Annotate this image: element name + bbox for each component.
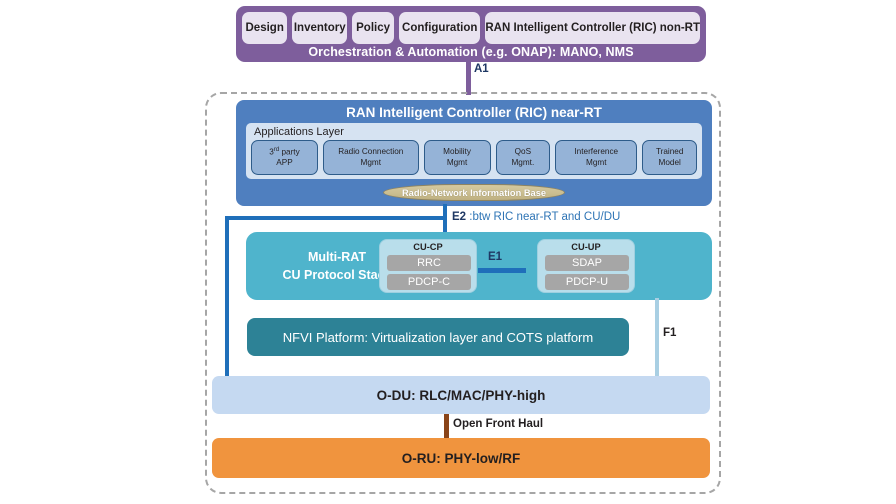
cu-up-slot-sdap[interactable]: SDAP bbox=[545, 255, 629, 271]
cu-cp-title: CU-CP bbox=[413, 242, 443, 252]
ric-near-rt-block: RAN Intelligent Controller (RIC) near-RT… bbox=[236, 100, 712, 206]
cu-cp-slot-pdcp-c[interactable]: PDCP-C bbox=[387, 274, 471, 290]
cu-up-title: CU-UP bbox=[571, 242, 601, 252]
cu-up-slot-pdcp-u[interactable]: PDCP-U bbox=[545, 274, 629, 290]
app-trained-line2: Model bbox=[658, 157, 681, 167]
orchestration-automation-panel: Design Inventory Policy Configuration RA… bbox=[236, 6, 706, 62]
e2-interface-line-horizontal bbox=[225, 216, 447, 220]
cu-up-container: CU-UP SDAP PDCP-U bbox=[537, 239, 635, 293]
e1-interface-label: E1 bbox=[488, 251, 503, 263]
orchestration-chip-row: Design Inventory Policy Configuration RA… bbox=[242, 12, 701, 44]
app-third-party-line1: 3rd party bbox=[269, 146, 300, 157]
o-ru-block: O-RU: PHY-low/RF bbox=[212, 438, 710, 478]
app-third-party-line2: APP bbox=[276, 157, 293, 167]
e1-interface-line bbox=[478, 268, 526, 273]
open-front-haul-label: Open Front Haul bbox=[453, 418, 544, 430]
oran-architecture-diagram: Design Inventory Policy Configuration RA… bbox=[0, 0, 896, 504]
cu-cp-container: CU-CP RRC PDCP-C bbox=[379, 239, 477, 293]
app-trained-model[interactable]: Trained Model bbox=[642, 140, 697, 175]
chip-inventory[interactable]: Inventory bbox=[292, 12, 348, 44]
ric-near-rt-title: RAN Intelligent Controller (RIC) near-RT bbox=[346, 105, 602, 120]
f1-interface-line bbox=[655, 298, 659, 376]
cu-cp-slot-rrc[interactable]: RRC bbox=[387, 255, 471, 271]
app-mobility-line2: Mgmt bbox=[446, 157, 468, 167]
applications-layer-title: Applications Layer bbox=[254, 126, 344, 138]
nfvi-platform-block: NFVI Platform: Virtualization layer and … bbox=[247, 318, 629, 356]
orchestration-caption: Orchestration & Automation (e.g. ONAP): … bbox=[308, 45, 634, 59]
app-third-party[interactable]: 3rd party APP bbox=[251, 140, 318, 175]
cu-protocol-stack-block: Multi-RAT CU Protocol Stack CU-CP RRC PD… bbox=[246, 232, 712, 300]
app-mobility-line1: Mobility bbox=[443, 147, 471, 157]
chip-ric-non-rt[interactable]: RAN Intelligent Controller (RIC) non-RT bbox=[485, 12, 701, 44]
f1-interface-label: F1 bbox=[663, 327, 677, 339]
app-mobility-mgmt[interactable]: Mobility Mgmt bbox=[423, 140, 491, 175]
app-radio-connection-mgmt[interactable]: Radio Connection Mgmt bbox=[322, 140, 419, 175]
rnib-label: Radio-Network Information Base bbox=[401, 187, 547, 198]
o-du-block: O-DU: RLC/MAC/PHY-high bbox=[212, 376, 710, 414]
app-radio-line1: Radio Connection bbox=[338, 147, 404, 157]
chip-policy[interactable]: Policy bbox=[352, 12, 395, 44]
e2-label-value: :btw RIC near-RT and CU/DU bbox=[469, 211, 621, 223]
applications-chip-row: 3rd party APP Radio Connection Mgmt Mobi… bbox=[251, 140, 697, 175]
radio-network-information-base-cylinder[interactable]: Radio-Network Information Base bbox=[383, 184, 565, 201]
app-interference-mgmt[interactable]: Interference Mgmt bbox=[555, 140, 638, 175]
a1-interface-line bbox=[466, 62, 471, 95]
app-qos-mgmt[interactable]: QoS Mgmt. bbox=[495, 140, 551, 175]
e2-label-key: E2 bbox=[452, 211, 470, 223]
e2-interface-line-vertical-left bbox=[225, 216, 229, 376]
cu-title-line2: CU Protocol Stack bbox=[282, 268, 392, 282]
app-interference-line1: Interference bbox=[574, 147, 619, 157]
chip-configuration[interactable]: Configuration bbox=[399, 12, 481, 44]
ordinal-suffix: rd bbox=[273, 146, 280, 153]
open-front-haul-line bbox=[444, 414, 449, 438]
app-radio-line2: Mgmt bbox=[360, 157, 381, 167]
applications-layer: Applications Layer 3rd party APP Radio C… bbox=[246, 123, 702, 179]
e2-interface-label: E2 :btw RIC near-RT and CU/DU bbox=[452, 211, 620, 223]
chip-design[interactable]: Design bbox=[242, 12, 288, 44]
cu-title-line1: Multi-RAT bbox=[307, 249, 367, 264]
a1-interface-label: A1 bbox=[474, 63, 489, 75]
app-interference-line2: Mgmt bbox=[586, 157, 607, 167]
app-trained-line1: Trained bbox=[655, 147, 684, 157]
app-qos-line2: Mgmt. bbox=[511, 157, 535, 167]
app-qos-line1: QoS bbox=[514, 147, 532, 157]
